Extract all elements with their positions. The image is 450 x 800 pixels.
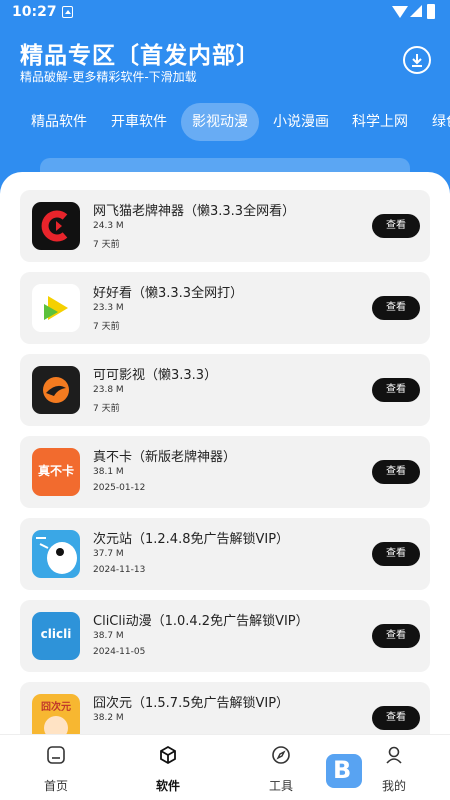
- list-item[interactable]: 可可影视（懒3.3.3） 23.8 M 7 天前 查看: [20, 354, 430, 426]
- list-item[interactable]: 好好看（懒3.3.3全网打） 23.3 M 7 天前 查看: [20, 272, 430, 344]
- tab-yingshi[interactable]: 影视动漫: [181, 103, 259, 141]
- watermark-logo: B: [326, 754, 362, 788]
- nav-home[interactable]: 首页: [0, 735, 112, 800]
- page-subtitle: 精品破解-更多精彩软件-下滑加载: [20, 70, 197, 84]
- nav-label: 工具: [268, 779, 293, 793]
- app-date: 2025-01-12: [93, 483, 146, 493]
- wifi-icon: [392, 6, 408, 18]
- app-icon-clicli: clicli: [32, 612, 80, 660]
- view-button[interactable]: 查看: [372, 624, 420, 648]
- tab-xiaoshuo[interactable]: 小说漫画: [262, 103, 340, 141]
- page-title: 精品专区〔首发内部〕: [20, 43, 260, 69]
- view-button[interactable]: 查看: [372, 378, 420, 402]
- view-button[interactable]: 查看: [372, 214, 420, 238]
- bottom-nav: 首页 软件 工具 我的: [0, 734, 450, 800]
- compass-icon: [272, 746, 290, 764]
- app-date: 2024-11-13: [93, 565, 146, 575]
- app-date: 2024-11-05: [93, 647, 146, 657]
- list-item[interactable]: 真不卡 真不卡（新版老牌神器） 38.1 M 2025-01-12 查看: [20, 436, 430, 508]
- app-size: 38.2 M: [93, 713, 124, 723]
- app-icon-keke: [32, 366, 80, 414]
- category-tabs: 精品软件 开車软件 影视动漫 小说漫画 科学上网 绿色: [0, 103, 450, 141]
- view-button[interactable]: 查看: [372, 706, 420, 730]
- notification-icon: [62, 6, 73, 18]
- app-title: 可可影视（懒3.3.3）: [93, 368, 218, 383]
- list-item[interactable]: clicli CliCli动漫（1.0.4.2免广告解锁VIP） 38.7 M …: [20, 600, 430, 672]
- nav-software[interactable]: 软件: [112, 735, 224, 800]
- app-icon-haohaokan: [32, 284, 80, 332]
- app-icon-text: clicli: [40, 627, 72, 641]
- app-title: 囧次元（1.5.7.5免广告解锁VIP）: [93, 696, 290, 711]
- tab-kexue[interactable]: 科学上网: [341, 103, 419, 141]
- app-icon-zhenbuka: 真不卡: [32, 448, 80, 496]
- app-size: 38.7 M: [93, 631, 124, 641]
- app-size: 38.1 M: [93, 467, 124, 477]
- view-button[interactable]: 查看: [372, 296, 420, 320]
- app-date: 7 天前: [93, 322, 120, 332]
- view-button[interactable]: 查看: [372, 542, 420, 566]
- app-title: CliCli动漫（1.0.4.2免广告解锁VIP）: [93, 614, 309, 629]
- nav-label: 软件: [155, 779, 180, 793]
- app-icon-ciyuanzhan: [32, 530, 80, 578]
- software-icon: [160, 745, 176, 765]
- tab-lvse[interactable]: 绿色: [421, 103, 450, 141]
- battery-icon: [427, 4, 435, 19]
- app-icon-text: 真不卡: [37, 464, 74, 478]
- view-button[interactable]: 查看: [372, 460, 420, 484]
- nav-tools[interactable]: 工具: [225, 735, 337, 800]
- profile-icon: [386, 746, 402, 764]
- app-size: 23.3 M: [93, 303, 124, 313]
- tab-jingpin[interactable]: 精品软件: [20, 103, 98, 141]
- home-icon: [47, 746, 65, 764]
- app-size: 23.8 M: [93, 385, 124, 395]
- app-size: 24.3 M: [93, 221, 124, 231]
- status-time: 10:27: [12, 4, 57, 20]
- signal-icon: [410, 5, 422, 17]
- list-item[interactable]: 次元站（1.2.4.8免广告解锁VIP） 37.7 M 2024-11-13 查…: [20, 518, 430, 590]
- nav-label: 首页: [43, 779, 68, 793]
- app-title: 网飞猫老牌神器（懒3.3.3全网看）: [93, 204, 296, 219]
- app-date: 7 天前: [93, 404, 120, 414]
- app-title: 好好看（懒3.3.3全网打）: [93, 286, 244, 301]
- app-icon-netflixcat: [32, 202, 80, 250]
- tab-kaiche[interactable]: 开車软件: [100, 103, 178, 141]
- app-title: 真不卡（新版老牌神器）: [93, 450, 237, 465]
- download-icon[interactable]: [403, 46, 431, 74]
- app-list: 网飞猫老牌神器（懒3.3.3全网看） 24.3 M 7 天前 查看 好好看（懒3…: [0, 172, 450, 800]
- status-bar: 10:27: [0, 0, 450, 26]
- list-item[interactable]: 网飞猫老牌神器（懒3.3.3全网看） 24.3 M 7 天前 查看: [20, 190, 430, 262]
- app-title: 次元站（1.2.4.8免广告解锁VIP）: [93, 532, 290, 547]
- app-date: 7 天前: [93, 240, 120, 250]
- app-size: 37.7 M: [93, 549, 124, 559]
